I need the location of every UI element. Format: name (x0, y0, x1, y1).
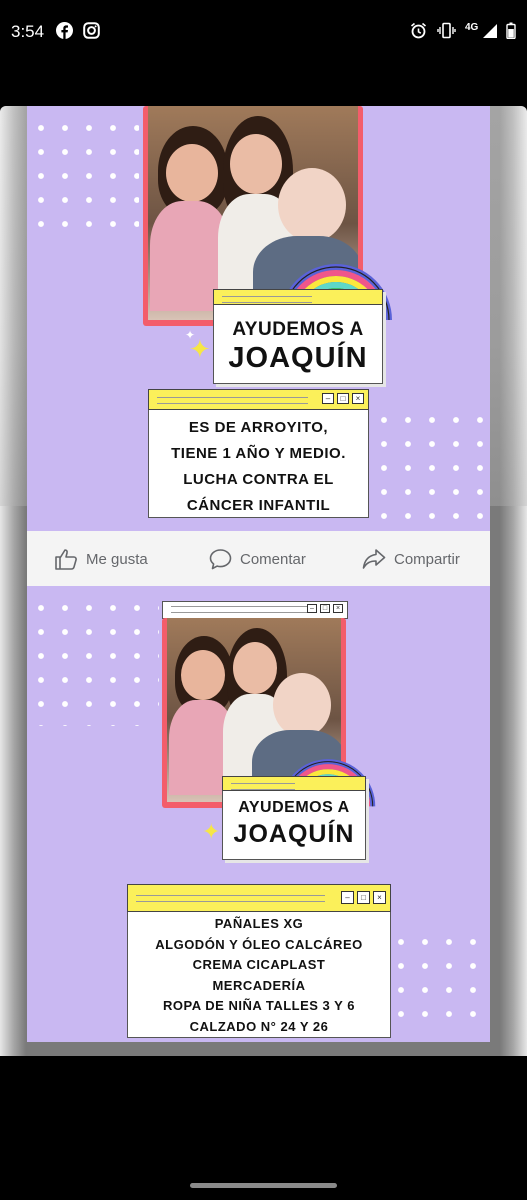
close-icon: × (333, 604, 343, 613)
sparkle-icon: ✦ (202, 819, 221, 844)
signal-icon (483, 24, 497, 38)
needs-item: CALZADO N° 24 Y 26 (189, 1018, 329, 1034)
image-viewer[interactable]: AYUDEMOS A JOAQUÍN ✦ ✦ – □ × ES DE ARROY… (0, 106, 527, 1056)
window-titlebar: – □ × (127, 884, 391, 912)
share-icon (362, 549, 386, 569)
home-gesture-bar[interactable] (190, 1183, 337, 1188)
comment-label: Comentar (240, 550, 306, 568)
post-action-bar: Me gusta Comentar Compartir (27, 531, 490, 586)
minimize-icon: – (322, 393, 334, 404)
minimize-icon: – (341, 891, 354, 904)
share-label: Compartir (394, 550, 460, 568)
post-image-2[interactable]: – □ × AYUDEMOS A JOAQUÍN ✦ – □ × PAÑALES… (27, 586, 490, 1042)
title-card: AYUDEMOS A JOAQUÍN (213, 289, 383, 384)
close-icon: × (373, 891, 386, 904)
maximize-icon: □ (337, 393, 349, 404)
needs-item: ALGODÓN Y ÓLEO CALCÁREO (155, 936, 363, 952)
window-titlebar (222, 776, 366, 791)
like-label: Me gusta (86, 550, 148, 568)
dot-pattern (372, 408, 490, 526)
title-line-2: JOAQUÍN (228, 342, 368, 374)
window-titlebar (213, 289, 383, 305)
info-card: – □ × ES DE ARROYITO, TIENE 1 AÑO Y MEDI… (148, 389, 369, 518)
info-line: TIENE 1 AÑO Y MEDIO. (171, 445, 346, 462)
like-button[interactable]: Me gusta (54, 548, 148, 570)
minimize-icon: – (307, 604, 317, 613)
comment-icon (209, 549, 232, 570)
status-time: 3:54 (11, 22, 45, 41)
maximize-icon: □ (320, 604, 330, 613)
title-card: AYUDEMOS A JOAQUÍN (222, 776, 366, 860)
comment-button[interactable]: Comentar (209, 548, 306, 570)
dot-pattern (29, 596, 159, 726)
alarm-icon (410, 22, 427, 39)
vibrate-icon (437, 22, 456, 39)
share-button[interactable]: Compartir (362, 548, 460, 570)
dot-pattern (29, 116, 139, 241)
facebook-icon (56, 22, 73, 39)
info-line: ES DE ARROYITO, (188, 419, 329, 436)
title-line-1: AYUDEMOS A (238, 799, 350, 816)
needs-item: ROPA DE NIÑA TALLES 3 Y 6 (163, 998, 355, 1013)
needs-card: – □ × PAÑALES XG ALGODÓN Y ÓLEO CALCÁREO… (127, 884, 391, 1038)
battery-icon (506, 22, 516, 39)
title-line-2: JOAQUÍN (233, 820, 355, 848)
photo-window: – □ × (162, 601, 348, 619)
info-line: LUCHA CONTRA EL (183, 471, 334, 488)
title-line-1: AYUDEMOS A (232, 319, 364, 340)
sparkle-icon: ✦ (185, 328, 196, 342)
info-line: CÁNCER INFANTIL (186, 497, 331, 514)
maximize-icon: □ (357, 891, 370, 904)
close-icon: × (352, 393, 364, 404)
dot-pattern (389, 930, 489, 1030)
needs-item: PAÑALES XG (214, 916, 304, 931)
instagram-icon (83, 22, 100, 39)
window-titlebar: – □ × (148, 389, 369, 410)
needs-item: MERCADERÍA (212, 977, 306, 993)
network-type: 4G (465, 22, 479, 33)
status-bar: 3:54 4G (0, 0, 527, 64)
thumbs-up-icon (55, 549, 77, 570)
post-image-1[interactable]: AYUDEMOS A JOAQUÍN ✦ ✦ – □ × ES DE ARROY… (27, 106, 490, 531)
needs-item: CREMA CICAPLAST (192, 957, 326, 972)
